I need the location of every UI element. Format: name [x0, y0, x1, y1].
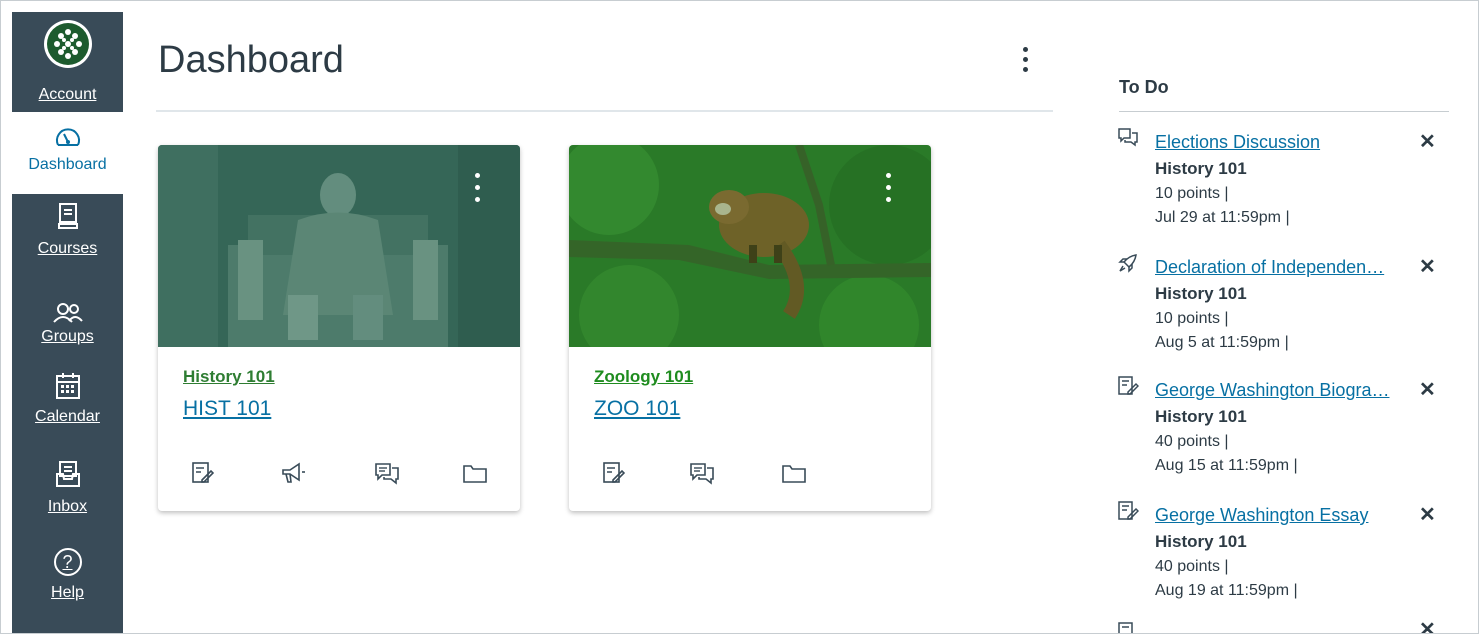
course-card-history[interactable]: History 101 HIST 101 — [158, 145, 520, 511]
files-icon[interactable] — [462, 461, 488, 487]
todo-item-title-link[interactable]: Declaration of Independen… — [1155, 257, 1400, 278]
todo-item: Elections Discussion History 101 10 poin… — [1117, 127, 1447, 245]
todo-title: To Do — [1119, 77, 1169, 97]
todo-item-title-link[interactable]: George Washington Biogra… — [1155, 380, 1400, 401]
discussion-icon — [1118, 128, 1138, 147]
nav-dashboard[interactable]: Dashboard — [12, 112, 123, 194]
nav-calendar[interactable]: Calendar — [12, 372, 123, 444]
todo-item: Declaration of Independen… History 101 1… — [1117, 252, 1447, 370]
course-card-subtitle[interactable]: Zoology 101 — [594, 367, 693, 387]
courses-icon — [57, 203, 78, 229]
lincoln-statue-image — [158, 145, 520, 347]
dismiss-close-icon[interactable]: ✕ — [1419, 621, 1436, 633]
todo-item-title-link[interactable]: George Washington Essay — [1155, 505, 1400, 526]
todo-item-points: 40 points | — [1155, 558, 1229, 575]
red-panda-image — [569, 145, 931, 347]
assignment-icon — [1118, 501, 1139, 520]
todo-item-title-link[interactable]: Elections Discussion — [1155, 132, 1400, 153]
card-options-kebab-icon[interactable] — [472, 173, 482, 205]
todo-item-partial: ✕ — [1117, 621, 1447, 633]
todo-item-due: Aug 19 at 11:59pm | — [1155, 582, 1298, 599]
files-icon[interactable] — [781, 461, 807, 487]
assignment-icon — [1118, 376, 1139, 395]
course-card-subtitle[interactable]: History 101 — [183, 367, 275, 387]
todo-item-course: History 101 — [1155, 407, 1247, 426]
discussions-icon[interactable] — [374, 461, 400, 487]
todo-item: George Washington Biogra… History 101 40… — [1117, 375, 1447, 493]
todo-item-course: History 101 — [1155, 532, 1247, 551]
nav-groups-label: Groups — [41, 328, 94, 345]
course-card-image[interactable] — [569, 145, 931, 347]
todo-item-points: 10 points | — [1155, 310, 1229, 327]
inbox-icon — [55, 461, 80, 487]
nav-courses-label: Courses — [37, 240, 98, 257]
todo-item-due: Jul 29 at 11:59pm | — [1155, 209, 1290, 226]
dashboard-options-kebab-icon[interactable] — [1013, 47, 1037, 77]
nav-account-label: Account — [38, 86, 97, 103]
announcements-icon[interactable] — [280, 461, 306, 487]
dashboard-icon — [55, 128, 80, 146]
course-card-code[interactable]: HIST 101 — [183, 397, 271, 421]
quiz-rocket-icon — [1118, 254, 1137, 273]
nav-help[interactable]: ? Help — [12, 548, 123, 624]
nav-inbox[interactable]: Inbox — [12, 460, 123, 532]
account-avatar-icon — [43, 20, 92, 68]
todo-divider — [1119, 111, 1449, 112]
calendar-icon — [55, 373, 80, 399]
groups-icon — [52, 303, 83, 323]
todo-item-points: 40 points | — [1155, 433, 1229, 450]
todo-item-due: Aug 5 at 11:59pm | — [1155, 334, 1289, 351]
app-window: Account Dashboard Courses Groups Calenda… — [0, 0, 1479, 634]
todo-item-points: 10 points | — [1155, 185, 1229, 202]
todo-item: George Washington Essay History 101 40 p… — [1117, 500, 1447, 618]
course-card-code[interactable]: ZOO 101 — [594, 397, 680, 421]
todo-item-due: Aug 15 at 11:59pm | — [1155, 457, 1298, 474]
nav-calendar-label: Calendar — [35, 408, 100, 425]
course-card-image[interactable] — [158, 145, 520, 347]
nav-dashboard-label: Dashboard — [28, 156, 107, 173]
dismiss-close-icon[interactable]: ✕ — [1419, 502, 1436, 527]
assignment-icon — [1118, 622, 1133, 633]
nav-help-label: Help — [51, 584, 84, 601]
course-card-zoology[interactable]: Zoology 101 ZOO 101 — [569, 145, 931, 511]
discussions-icon[interactable] — [689, 461, 715, 487]
assignments-icon[interactable] — [601, 461, 627, 487]
assignments-icon[interactable] — [190, 461, 216, 487]
dismiss-close-icon[interactable]: ✕ — [1419, 254, 1436, 279]
card-options-kebab-icon[interactable] — [883, 173, 893, 205]
todo-item-course: History 101 — [1155, 159, 1247, 178]
nav-inbox-label: Inbox — [47, 498, 88, 515]
nav-groups[interactable]: Groups — [12, 302, 123, 364]
page-title: Dashboard — [158, 39, 344, 81]
help-icon: ? — [53, 548, 82, 576]
dismiss-close-icon[interactable]: ✕ — [1419, 377, 1436, 402]
nav-account[interactable]: Account — [12, 20, 123, 112]
todo-item-course: History 101 — [1155, 284, 1247, 303]
nav-courses[interactable]: Courses — [12, 202, 123, 274]
dismiss-close-icon[interactable]: ✕ — [1419, 129, 1436, 154]
global-navigation: Account Dashboard Courses Groups Calenda… — [12, 12, 123, 633]
title-divider — [156, 110, 1053, 112]
